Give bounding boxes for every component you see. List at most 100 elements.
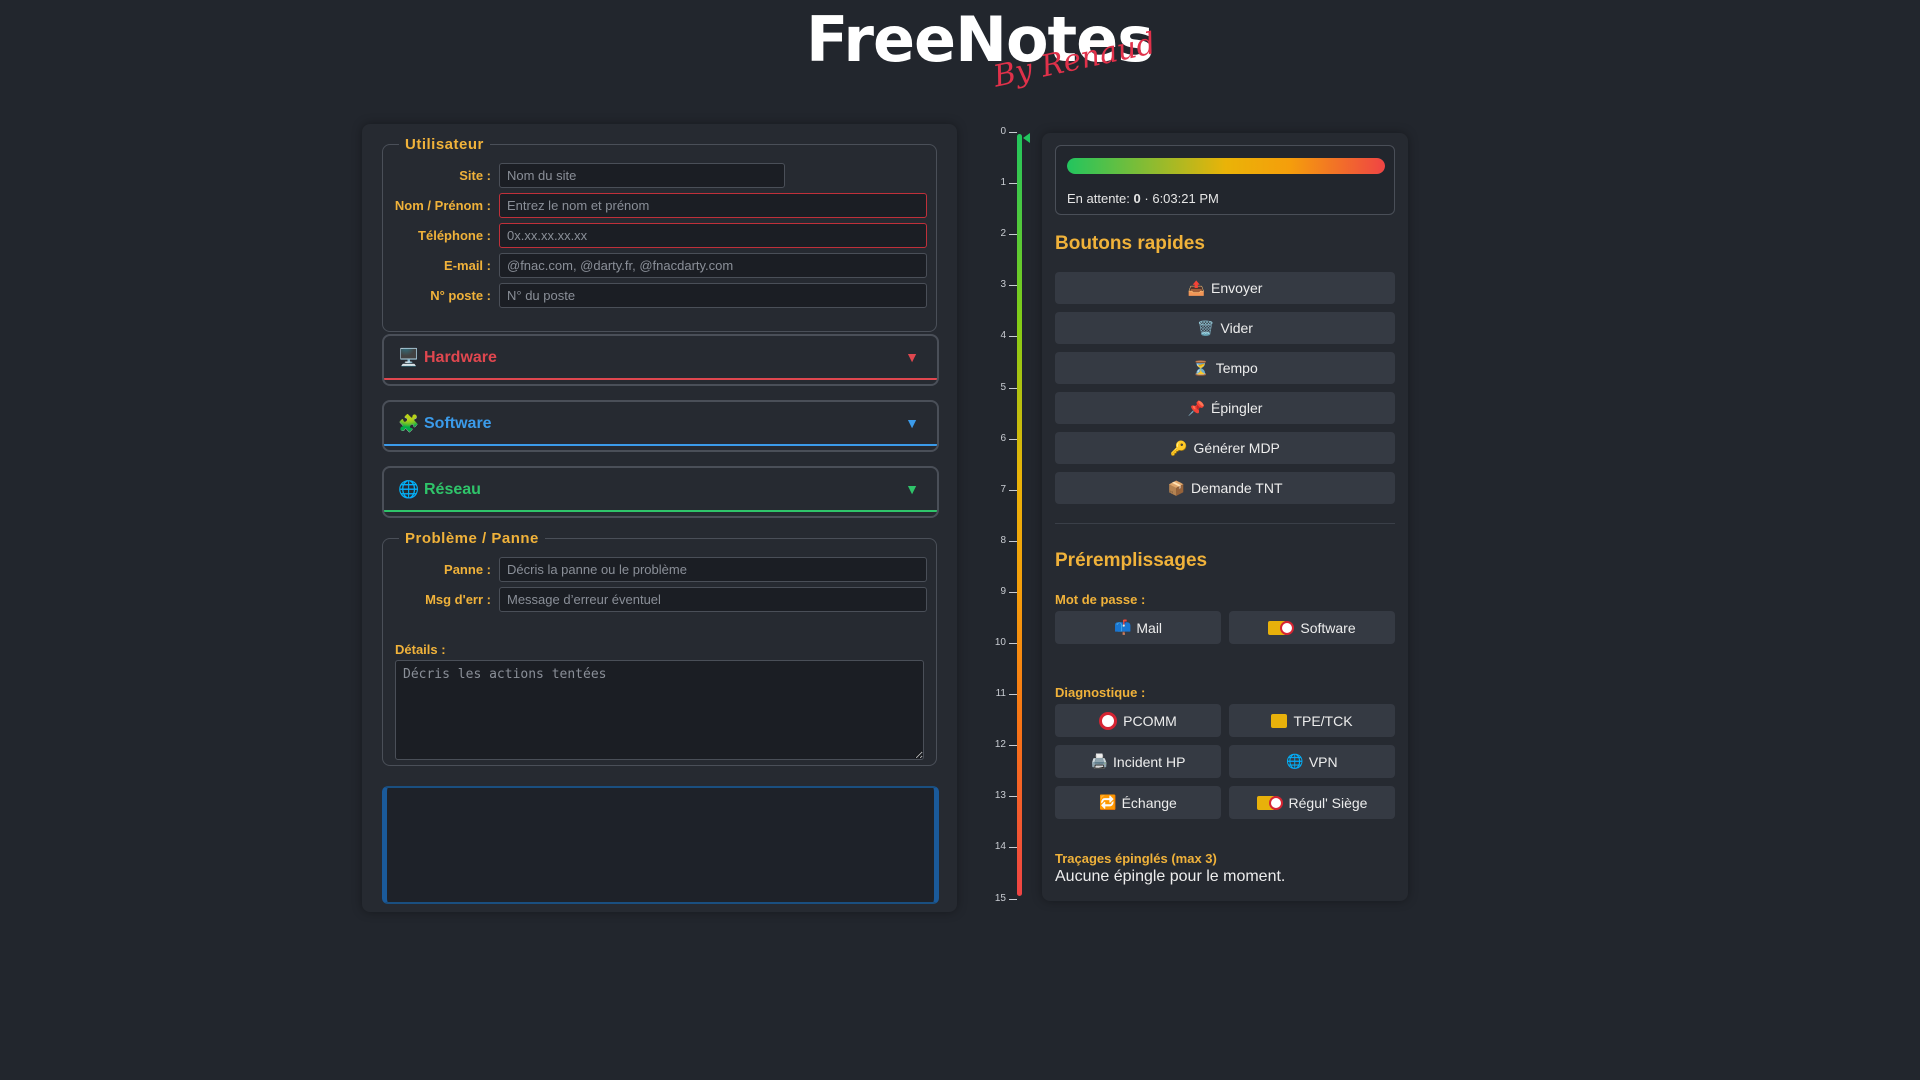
timeline-tick: 4 xyxy=(990,330,1017,342)
phone-label: Téléphone : xyxy=(418,228,491,243)
generate-password-button[interactable]: 🔑 Générer MDP xyxy=(1055,432,1395,464)
phone-input[interactable] xyxy=(499,223,927,248)
hp-incident-button[interactable]: 🖨️ Incident HP xyxy=(1055,745,1221,778)
password-label: Mot de passe : xyxy=(1055,592,1146,607)
tpe-tck-button[interactable]: TPE/TCK xyxy=(1229,704,1395,737)
vpn-button-label: VPN xyxy=(1308,753,1338,770)
output-preview-box[interactable] xyxy=(382,786,939,904)
timeline-tick-label: 1 xyxy=(1000,177,1006,189)
repeat-icon: 🔁 xyxy=(1099,794,1117,810)
timeline-tick-label: 2 xyxy=(1000,228,1006,240)
timeline-tick-label: 13 xyxy=(994,790,1006,802)
head-office-regul-button[interactable]: Régul' Siège xyxy=(1229,786,1395,819)
timeline-tick: 0 xyxy=(990,126,1017,138)
timeline-tick-mark xyxy=(1009,438,1017,440)
timeline-tick: 2 xyxy=(990,228,1017,240)
software-password-button-label: Software xyxy=(1300,619,1356,636)
pin-button[interactable]: 📌 Épingler xyxy=(1055,392,1395,424)
key-icon: 🔑 xyxy=(1170,439,1188,456)
timeline-tick-mark xyxy=(1009,591,1017,593)
progress-bar-fill xyxy=(1067,158,1385,174)
name-row: Nom / Prénom : xyxy=(383,193,938,219)
pcomm-button[interactable]: PCOMM xyxy=(1055,704,1221,737)
timeline-tick: 14 xyxy=(990,841,1017,853)
details-textarea[interactable] xyxy=(395,660,924,760)
exchange-button[interactable]: 🔁 Échange xyxy=(1055,786,1221,819)
timeline-tick-label: 8 xyxy=(1000,534,1006,546)
timeline-current-marker xyxy=(1023,133,1030,143)
email-input[interactable] xyxy=(499,253,927,278)
globe-icon: 🌐 xyxy=(398,480,420,499)
issue-input[interactable] xyxy=(499,557,927,582)
accordion-accent-line xyxy=(384,510,937,512)
waiting-label: En attente: xyxy=(1067,191,1130,206)
email-row: E-mail : xyxy=(383,253,938,279)
software-password-button[interactable]: Software xyxy=(1229,611,1395,644)
problem-section: Problème / Panne Panne : Msg d'err : Dét… xyxy=(382,530,937,766)
site-label: Site : xyxy=(459,168,491,183)
workstation-input[interactable] xyxy=(499,283,927,308)
package-icon: 📦 xyxy=(1167,479,1185,496)
timeline-tick-label: 15 xyxy=(994,892,1006,904)
send-button-label: Envoyer xyxy=(1211,280,1263,296)
network-accordion-title: Réseau xyxy=(424,481,481,498)
timeline-tick-label: 12 xyxy=(994,739,1006,751)
error-message-row: Msg d'err : xyxy=(383,587,938,613)
monitor-icon: 🖥️ xyxy=(398,348,420,367)
vpn-button[interactable]: 🌐 VPN xyxy=(1229,745,1395,778)
app-logo: FreeNotes By Renaud xyxy=(806,4,1159,104)
timeline-tick: 11 xyxy=(990,688,1017,700)
software-accordion-title: Software xyxy=(424,415,492,432)
tnt-request-button[interactable]: 📦 Demande TNT xyxy=(1055,472,1395,504)
timeline-tick-mark xyxy=(1009,336,1017,338)
timeline-tick: 10 xyxy=(990,637,1017,649)
timeline-tick-mark xyxy=(1009,540,1017,542)
status-separator: · xyxy=(1144,191,1149,206)
status-line: En attente: 0 · 6:03:21 PM xyxy=(1067,191,1219,206)
timeline-tick-mark xyxy=(1009,796,1017,798)
status-time: 6:03:21 PM xyxy=(1152,191,1219,206)
outbox-icon: 📤 xyxy=(1187,279,1206,296)
software-accordion[interactable]: 🧩 Software ▼ xyxy=(382,400,939,452)
darty-logo-icon xyxy=(1099,711,1118,730)
chevron-down-icon: ▼ xyxy=(905,349,919,365)
error-message-input[interactable] xyxy=(499,587,927,612)
tempo-button[interactable]: ⏳ Tempo xyxy=(1055,352,1395,384)
side-panel: En attente: 0 · 6:03:21 PM Boutons rapid… xyxy=(1042,133,1408,901)
section-divider xyxy=(1055,523,1395,524)
hardware-accordion[interactable]: 🖥️ Hardware ▼ xyxy=(382,334,939,386)
timeline-tick-label: 5 xyxy=(1000,381,1006,393)
pinned-traces-title: Traçages épinglés (max 3) xyxy=(1055,851,1217,866)
timeline-tick-mark xyxy=(1009,285,1017,287)
timeline-tick-mark xyxy=(1009,489,1017,491)
generate-password-button-label: Générer MDP xyxy=(1193,440,1280,456)
timeline-gradient-bar xyxy=(1017,134,1022,896)
network-accordion[interactable]: 🌐 Réseau ▼ xyxy=(382,466,939,518)
diagnostic-label: Diagnostique : xyxy=(1055,685,1146,700)
pin-button-label: Épingler xyxy=(1211,400,1263,416)
details-label: Détails : xyxy=(395,642,446,657)
timeline-tick-mark xyxy=(1009,387,1017,389)
workstation-label: N° poste : xyxy=(430,288,491,303)
site-input[interactable] xyxy=(499,163,785,188)
timeline-tick-label: 9 xyxy=(1000,585,1006,597)
clear-button[interactable]: 🗑️ Vider xyxy=(1055,312,1395,344)
workstation-row: N° poste : xyxy=(383,283,938,309)
mail-password-button[interactable]: 📫 Mail xyxy=(1055,611,1221,644)
send-button[interactable]: 📤 Envoyer xyxy=(1055,272,1395,304)
mailbox-icon: 📫 xyxy=(1113,619,1132,635)
timeline-tick: 9 xyxy=(990,586,1017,598)
timeline-tick: 8 xyxy=(990,535,1017,547)
timeline-tick: 15 xyxy=(990,893,1017,905)
timeline-tick: 3 xyxy=(990,279,1017,291)
ticket-icon xyxy=(1271,713,1288,728)
timeline-tick-mark xyxy=(1009,234,1017,236)
user-section-legend: Utilisateur xyxy=(405,136,484,153)
name-input[interactable] xyxy=(499,193,927,218)
timeline-scale: 0 1 2 3 4 5 6 7 8 9 10 11 12 13 14 15 xyxy=(990,126,1050,906)
timeline-tick: 5 xyxy=(990,382,1017,394)
timeline-tick-label: 3 xyxy=(1000,279,1006,291)
pcomm-button-label: PCOMM xyxy=(1123,712,1177,729)
timeline-tick-mark xyxy=(1009,847,1017,849)
prefills-title: Préremplissages xyxy=(1055,550,1208,571)
